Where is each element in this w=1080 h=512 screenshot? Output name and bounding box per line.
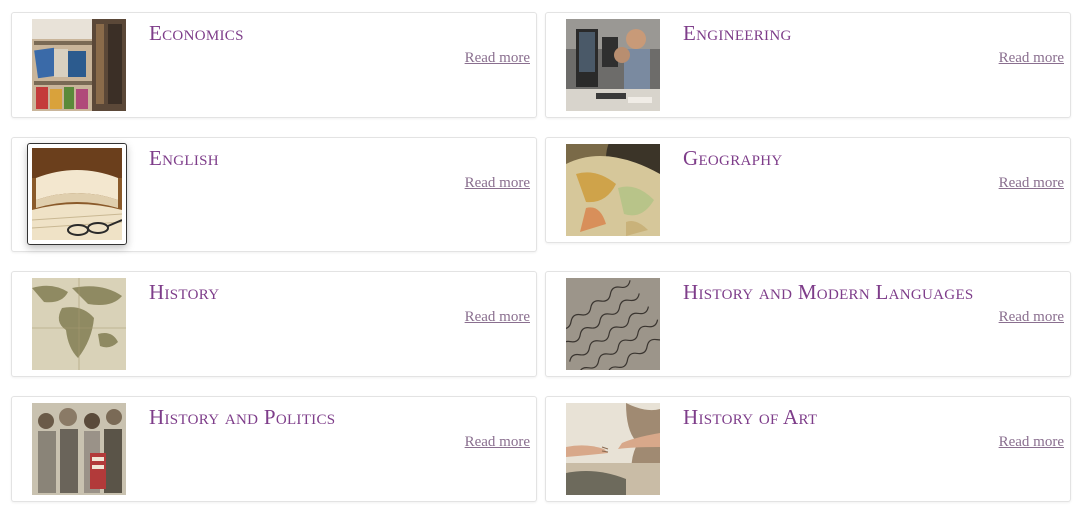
subject-card-engineering: Engineering Read more bbox=[545, 12, 1071, 118]
read-more-link[interactable]: Read more bbox=[999, 50, 1064, 67]
read-more-link[interactable]: Read more bbox=[465, 50, 530, 67]
subject-card-economics: Economics Read more bbox=[11, 12, 537, 118]
read-more-link[interactable]: Read more bbox=[465, 434, 530, 451]
library-bookshelf-image bbox=[32, 19, 126, 111]
subject-card-history: History Read more bbox=[11, 271, 537, 377]
read-more-link[interactable]: Read more bbox=[999, 309, 1064, 326]
students-at-computers-image bbox=[566, 19, 660, 111]
subject-card-geography: Geography Read more bbox=[545, 137, 1071, 243]
subject-title[interactable]: History bbox=[149, 280, 219, 305]
subject-card-history-modern-languages: History and Modern Languages Read more bbox=[545, 271, 1071, 377]
engineering-thumbnail[interactable] bbox=[566, 19, 660, 111]
read-more-link[interactable]: Read more bbox=[465, 309, 530, 326]
subject-title[interactable]: English bbox=[149, 146, 219, 171]
creation-of-adam-image bbox=[566, 403, 660, 495]
english-thumbnail[interactable] bbox=[27, 143, 127, 245]
subject-title[interactable]: History of Art bbox=[683, 405, 817, 430]
antique-globe-map-image bbox=[566, 144, 660, 236]
read-more-link[interactable]: Read more bbox=[999, 434, 1064, 451]
subject-card-english: English Read more bbox=[11, 137, 537, 252]
geography-thumbnail[interactable] bbox=[566, 144, 660, 236]
subject-title[interactable]: History and Politics bbox=[149, 405, 335, 430]
open-book-with-glasses-image bbox=[32, 148, 122, 240]
history-politics-thumbnail[interactable] bbox=[32, 403, 126, 495]
old-world-map-image bbox=[32, 278, 126, 370]
subject-card-history-of-art: History of Art Read more bbox=[545, 396, 1071, 502]
subject-title[interactable]: Geography bbox=[683, 146, 783, 171]
subject-card-history-politics: History and Politics Read more bbox=[11, 396, 537, 502]
subject-title[interactable]: Engineering bbox=[683, 21, 792, 46]
history-modern-languages-thumbnail[interactable] bbox=[566, 278, 660, 370]
read-more-link[interactable]: Read more bbox=[465, 175, 530, 192]
history-of-art-thumbnail[interactable] bbox=[566, 403, 660, 495]
economics-thumbnail[interactable] bbox=[32, 19, 126, 111]
subject-title[interactable]: Economics bbox=[149, 21, 244, 46]
handwritten-manuscript-image bbox=[566, 278, 660, 370]
subject-title[interactable]: History and Modern Languages bbox=[683, 280, 974, 305]
suffragette-crowd-image bbox=[32, 403, 126, 495]
history-thumbnail[interactable] bbox=[32, 278, 126, 370]
read-more-link[interactable]: Read more bbox=[999, 175, 1064, 192]
